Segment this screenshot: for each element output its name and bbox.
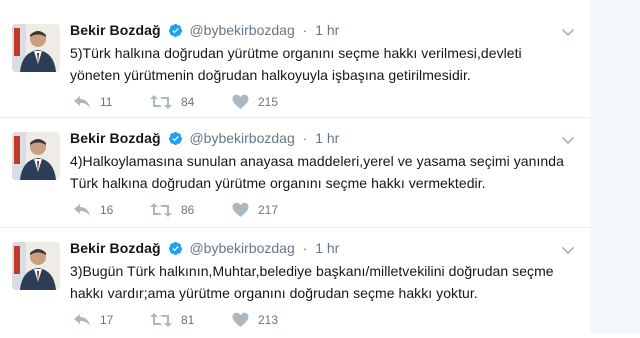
heart-icon [232,94,249,109]
heart-icon [232,312,249,327]
retweet-icon [150,313,172,327]
author-name[interactable]: Bekir Bozdağ [70,240,161,256]
like-count: 217 [258,203,279,217]
verified-badge-icon [168,241,183,261]
timestamp[interactable]: 1 hr [315,22,339,38]
chevron-down-icon[interactable] [560,24,576,40]
author-name[interactable]: Bekir Bozdağ [70,22,161,38]
verified-badge-icon [168,23,183,43]
avatar[interactable] [12,242,60,290]
reply-count: 17 [100,313,114,327]
timestamp[interactable]: 1 hr [315,130,339,146]
tweet-timeline: Bekir Bozdağ @bybekirbozdag · 1 hr 5)Tür… [0,0,591,333]
author-handle[interactable]: @bybekirbozdag [189,240,294,256]
chevron-down-icon[interactable] [560,132,576,148]
like-count: 213 [258,313,279,327]
like-count: 215 [258,95,279,109]
tweet-item[interactable]: Bekir Bozdağ @bybekirbozdag · 1 hr 5)Tür… [0,0,590,118]
reply-icon [74,96,90,108]
reply-button[interactable]: 17 [73,310,113,330]
reply-icon [74,314,90,326]
retweet-button[interactable]: 86 [150,200,194,220]
like-button[interactable]: 217 [232,200,278,220]
heart-icon [232,202,249,217]
reply-icon [74,204,90,216]
like-button[interactable]: 213 [232,310,278,330]
tweet-header: Bekir Bozdağ @bybekirbozdag · 1 hr [70,20,339,40]
avatar[interactable] [12,24,60,72]
page-background-edge [590,0,640,333]
author-handle[interactable]: @bybekirbozdag [189,130,294,146]
tweet-text: 3)Bugün Türk halkının,Muhtar,belediye ba… [70,263,554,301]
retweet-count: 81 [181,313,195,327]
like-button[interactable]: 215 [232,92,278,112]
separator: · [302,130,308,146]
timestamp[interactable]: 1 hr [315,240,339,256]
reply-button[interactable]: 16 [73,200,113,220]
author-handle[interactable]: @bybekirbozdag [189,22,294,38]
tweet-item[interactable]: Bekir Bozdağ @bybekirbozdag · 1 hr 3)Bug… [0,228,590,338]
tweet-text: 5)Türk halkına doğrudan yürütme organını… [70,45,522,83]
separator: · [302,22,308,38]
reply-count: 11 [100,95,113,109]
tweet-item[interactable]: Bekir Bozdağ @bybekirbozdag · 1 hr 4)Hal… [0,118,590,228]
chevron-down-icon[interactable] [560,242,576,258]
retweet-icon [150,95,172,109]
retweet-count: 84 [181,95,195,109]
retweet-count: 86 [181,203,195,217]
author-name[interactable]: Bekir Bozdağ [70,130,161,146]
tweet-header: Bekir Bozdağ @bybekirbozdag · 1 hr [70,238,339,258]
tweet-header: Bekir Bozdağ @bybekirbozdag · 1 hr [70,128,339,148]
verified-badge-icon [168,131,183,151]
avatar[interactable] [12,132,60,180]
reply-count: 16 [100,203,114,217]
retweet-icon [150,203,172,217]
separator: · [302,240,308,256]
retweet-button[interactable]: 81 [150,310,194,330]
retweet-button[interactable]: 84 [150,92,194,112]
tweet-text: 4)Halkoylamasına sunulan anayasa maddele… [70,153,564,191]
reply-button[interactable]: 11 [73,92,112,112]
